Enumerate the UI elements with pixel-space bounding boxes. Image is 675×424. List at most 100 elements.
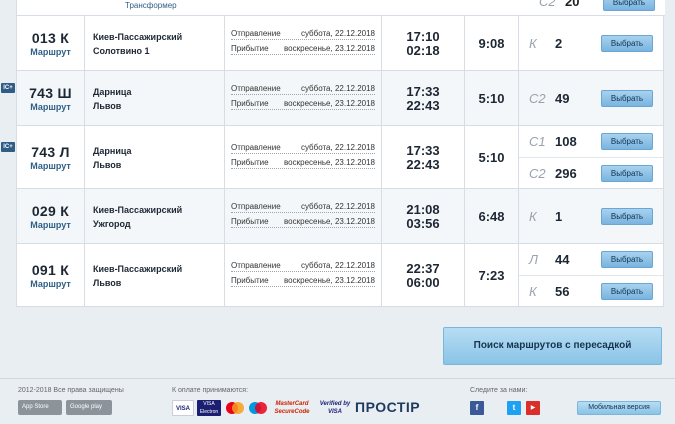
train-number: 743 Л (31, 144, 70, 160)
partial-train-row: Трансформер С2 20 Выбрать (17, 0, 665, 16)
arrival-line: Прибытие воскресенье, 23.12.2018 (231, 275, 375, 287)
seat-count: 1 (555, 209, 563, 224)
train-row: IC+ 743 Л Маршрут Дарница Львов Отправле… (1, 126, 663, 189)
train-number: 091 К (31, 262, 70, 278)
seat-class: С1 (529, 134, 546, 149)
seat-option: Л 44 Выбрать (519, 244, 663, 275)
route-link[interactable]: Маршрут (17, 102, 84, 112)
arrival-date: воскресенье, 23.12.2018 (284, 158, 375, 167)
arrival-station: Ужгород (93, 219, 131, 229)
times-cell: 21:08 03:56 (382, 189, 465, 243)
train-row: 013 К Маршрут Киев-Пассажирский Солотвин… (17, 16, 663, 71)
train-number: 743 Ш (29, 85, 72, 101)
arrival-date: воскресенье, 23.12.2018 (284, 99, 375, 108)
departure-station: Дарница (93, 87, 132, 97)
arrival-date: воскресенье, 23.12.2018 (284, 217, 375, 226)
departure-time: 17:33 (406, 84, 440, 99)
times-cell: 17:33 22:43 (382, 71, 465, 125)
seat-class: С2 (529, 165, 546, 181)
departure-time: 21:08 (406, 202, 440, 217)
search-with-transfer-button[interactable]: Поиск маршрутов с пересадкой (443, 327, 662, 365)
train-number: 029 К (31, 203, 70, 219)
departure-date: суббота, 22.12.2018 (300, 202, 375, 211)
mastercard-securecode-logo: MasterCard SecureCode (274, 401, 310, 415)
departure-line: Отправление суббота, 22.12.2018 (231, 201, 375, 213)
stations-cell: Дарница Львов (85, 126, 225, 188)
seat-option: К 56 Выбрать (519, 275, 663, 306)
times-cell: 17:10 02:18 (382, 16, 465, 70)
stations-cell: Киев-Пассажирский Ужгород (85, 189, 225, 243)
seat-option: К 2 Выбрать (519, 16, 663, 71)
select-button[interactable]: Выбрать (603, 0, 655, 11)
seat-count: 296 (555, 165, 577, 181)
departure-station: Киев-Пассажирский (93, 32, 183, 42)
arrival-time: 22:43 (406, 157, 440, 172)
select-button[interactable]: Выбрать (601, 90, 653, 107)
seats-cell: К 1 Выбрать (519, 189, 663, 243)
twitter-icon[interactable]: t (507, 401, 521, 415)
stations-cell: Киев-Пассажирский Львов (85, 244, 225, 306)
google-play-badge[interactable]: Google play (66, 400, 112, 415)
seat-count: 108 (555, 134, 577, 149)
departure-label: Отправление (231, 202, 281, 211)
transformer-label: Трансформер (125, 1, 177, 10)
departure-line: Отправление суббота, 22.12.2018 (231, 260, 375, 272)
select-button[interactable]: Выбрать (601, 251, 653, 268)
visa-logo: VISA (172, 400, 194, 416)
seat-count: 44 (555, 252, 570, 267)
app-store-badge[interactable]: App Store (18, 400, 62, 415)
departure-label: Отправление (231, 261, 281, 270)
train-number-cell: IC+ 743 Ш Маршрут (1, 71, 85, 125)
seat-option: С2 49 Выбрать (519, 71, 663, 126)
select-button[interactable]: Выбрать (601, 208, 653, 225)
intercity-plus-icon: IC+ (1, 142, 15, 152)
seats-cell: К 2 Выбрать (519, 16, 663, 70)
train-number-cell: IC+ 743 Л Маршрут (1, 126, 85, 188)
duration-cell: 7:23 (465, 244, 519, 306)
departure-line: Отправление суббота, 22.12.2018 (231, 83, 375, 95)
arrival-time: 22:43 (406, 98, 440, 113)
travel-duration: 5:10 (478, 91, 505, 106)
dates-cell: Отправление суббота, 22.12.2018 Прибытие… (225, 189, 382, 243)
arrival-station: Львов (93, 160, 122, 170)
stations-cell: Киев-Пассажирский Солотвино 1 (85, 16, 225, 70)
arrival-station: Львов (93, 278, 122, 288)
route-link[interactable]: Маршрут (17, 220, 84, 230)
seat-count: 56 (555, 283, 570, 299)
select-button[interactable]: Выбрать (601, 133, 653, 150)
train-row: 029 К Маршрут Киев-Пассажирский Ужгород … (17, 189, 663, 244)
route-link[interactable]: Маршрут (17, 47, 84, 57)
seats-cell: Л 44 Выбрать К 56 Выбрать (519, 244, 663, 306)
youtube-icon[interactable]: ▶ (526, 401, 540, 415)
train-row: 091 К Маршрут Киев-Пассажирский Львов От… (17, 244, 663, 307)
travel-duration: 7:23 (478, 268, 505, 283)
train-number-cell: 013 К Маршрут (17, 16, 85, 70)
arrival-label: Прибытие (231, 99, 269, 108)
arrival-line: Прибытие воскресенье, 23.12.2018 (231, 43, 375, 55)
seat-count: 49 (555, 91, 570, 106)
arrival-station: Львов (93, 101, 122, 111)
prostir-logo: ПРОСТІР (355, 399, 421, 415)
departure-time: 17:33 (406, 143, 440, 158)
travel-duration: 5:10 (478, 150, 505, 165)
mobile-version-button[interactable]: Мобильная версия (577, 401, 661, 415)
departure-date: суббота, 22.12.2018 (300, 29, 375, 38)
seat-class: С2 (539, 0, 556, 9)
select-button[interactable]: Выбрать (601, 164, 653, 182)
departure-label: Отправление (231, 143, 281, 152)
arrival-time: 06:00 (406, 275, 440, 290)
intercity-plus-icon: IC+ (1, 83, 15, 93)
route-link[interactable]: Маршрут (17, 161, 84, 171)
times-cell: 17:33 22:43 (382, 126, 465, 188)
dates-cell: Отправление суббота, 22.12.2018 Прибытие… (225, 244, 382, 306)
select-button[interactable]: Выбрать (601, 35, 653, 52)
arrival-label: Прибытие (231, 158, 269, 167)
facebook-icon[interactable]: f (470, 401, 484, 415)
duration-cell: 5:10 (465, 126, 519, 188)
route-link[interactable]: Маршрут (17, 279, 84, 289)
arrival-label: Прибытие (231, 44, 269, 53)
departure-date: суббота, 22.12.2018 (300, 261, 375, 270)
select-button[interactable]: Выбрать (601, 282, 653, 300)
seats-cell: С1 108 Выбрать С2 296 Выбрать (519, 126, 663, 188)
visa-electron-logo: VISA Electron (197, 400, 221, 416)
